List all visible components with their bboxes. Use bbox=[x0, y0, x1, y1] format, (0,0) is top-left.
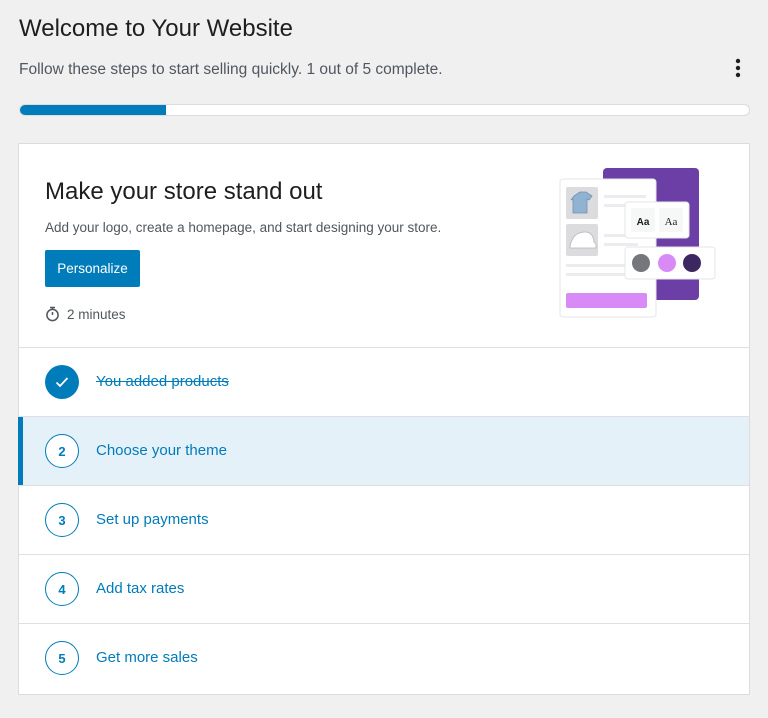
checkmark-icon bbox=[45, 365, 79, 399]
task-label: You added products bbox=[96, 373, 229, 390]
color-swatch-gray bbox=[632, 254, 650, 272]
task-item[interactable]: You added products bbox=[19, 347, 749, 416]
task-step-number: 3 bbox=[45, 503, 79, 537]
color-swatch-pink bbox=[658, 254, 676, 272]
task-item[interactable]: 4 Add tax rates bbox=[19, 554, 749, 623]
featured-task: Make your store stand out Add your logo,… bbox=[19, 144, 749, 348]
task-step-number: 2 bbox=[45, 434, 79, 468]
featured-task-title: Make your store stand out bbox=[45, 178, 323, 205]
task-label: Get more sales bbox=[96, 649, 198, 666]
time-estimate: 2 minutes bbox=[45, 306, 126, 322]
task-label: Set up payments bbox=[96, 511, 209, 528]
personalize-button[interactable]: Personalize bbox=[45, 250, 140, 287]
task-label: Choose your theme bbox=[96, 442, 227, 459]
task-step-number: 4 bbox=[45, 572, 79, 606]
stopwatch-icon bbox=[46, 306, 59, 322]
store-design-illustration: Aa Aa bbox=[559, 168, 716, 318]
task-step-number: 5 bbox=[45, 641, 79, 675]
font-sample-serif: Aa bbox=[665, 216, 678, 228]
progress-summary: Follow these steps to start selling quic… bbox=[19, 61, 443, 78]
progress-bar-fill bbox=[20, 105, 166, 115]
time-estimate-label: 2 minutes bbox=[67, 306, 126, 322]
progress-bar bbox=[19, 104, 750, 116]
task-item[interactable]: 2 Choose your theme bbox=[18, 416, 749, 485]
task-label: Add tax rates bbox=[96, 580, 185, 597]
font-sample-bold: Aa bbox=[637, 217, 650, 228]
color-swatch-navy bbox=[683, 254, 701, 272]
featured-task-description: Add your logo, create a homepage, and st… bbox=[45, 220, 442, 235]
task-item[interactable]: 3 Set up payments bbox=[19, 485, 749, 554]
task-item[interactable]: 5 Get more sales bbox=[19, 623, 749, 692]
page-header: Welcome to Your Website Follow these ste… bbox=[19, 0, 750, 140]
page-title: Welcome to Your Website bbox=[19, 15, 293, 42]
task-list-card: Make your store stand out Add your logo,… bbox=[18, 143, 750, 695]
more-options-button[interactable] bbox=[728, 56, 748, 80]
vertical-ellipsis-icon bbox=[735, 58, 741, 78]
